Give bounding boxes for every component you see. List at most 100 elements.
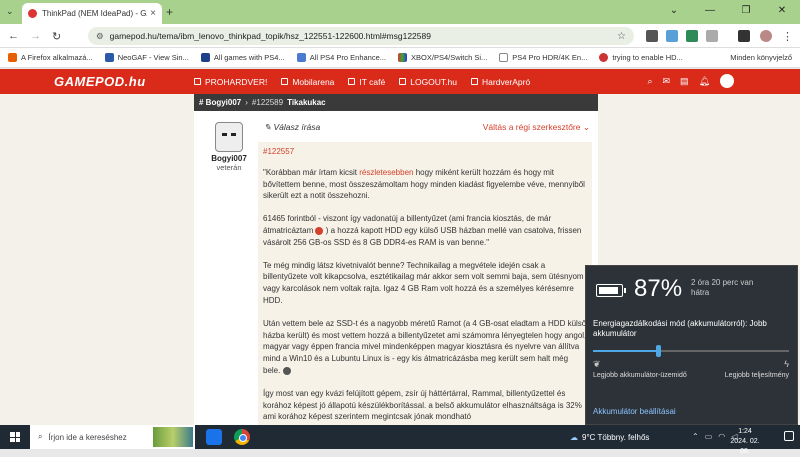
chevron-up-icon[interactable]: ⌃	[692, 432, 699, 441]
maximize-icon[interactable]: ❐	[728, 0, 764, 24]
taskbar: ⌕ Írjon ide a kereséshez ☁ 9°C Többny. f…	[0, 425, 800, 455]
site-favicon-icon	[28, 9, 37, 18]
extensions-puzzle-icon[interactable]	[706, 30, 718, 42]
tab-bar: ⌄ ThinkPad (NEM IdeaPad) - GAM × + ⌄ — ❐…	[0, 0, 800, 24]
profile-avatar[interactable]	[760, 30, 772, 42]
playstation-icon	[296, 53, 306, 62]
forward-icon[interactable]: →	[30, 30, 41, 42]
all-bookmarks[interactable]: Minden könyvjelző	[730, 53, 792, 62]
bookmark-item[interactable]: XBOX/PS4/Switch Si...	[398, 53, 487, 62]
extension-icon[interactable]	[646, 30, 658, 42]
paragraph: Így most van egy kvázi felújított gépem,…	[263, 388, 582, 422]
side-panel-icon[interactable]	[738, 30, 750, 42]
address-bar[interactable]: ⚙ gamepod.hu/tema/ibm_lenovo_thinkpad_to…	[88, 27, 634, 45]
breadcrumb-user[interactable]: # Bogyi007	[199, 98, 241, 107]
menu-item[interactable]: PROHARDVER!	[194, 77, 267, 87]
bookmark-item[interactable]: A Firefox alkalmazá...	[8, 53, 93, 62]
smiley-icon	[282, 366, 291, 375]
post-editor[interactable]: #122557 "Korábban már írtam kicsit részl…	[258, 142, 592, 425]
multicolor-icon	[398, 53, 408, 62]
site-info-icon[interactable]: ⚙	[96, 31, 104, 42]
message-icon[interactable]: ✉	[663, 76, 671, 87]
extension-icon[interactable]	[686, 30, 698, 42]
power-mode-slider[interactable]	[593, 345, 789, 357]
url-text[interactable]: gamepod.hu/tema/ibm_lenovo_thinkpad_topi…	[110, 31, 617, 41]
firefox-icon	[8, 53, 17, 62]
save-app-icon[interactable]	[206, 429, 222, 445]
playstation-icon	[200, 53, 210, 62]
paragraph: "Korábban már írtam kicsit részletesebbe…	[263, 167, 585, 201]
menu-item[interactable]: LOGOUT.hu	[399, 77, 457, 87]
site-logo[interactable]: GAMEPOD.hu	[54, 74, 194, 89]
notes-icon[interactable]: ▤	[680, 76, 689, 87]
chrome-icon[interactable]	[234, 429, 250, 445]
close-window-icon[interactable]: ✕	[764, 0, 800, 24]
menu-item[interactable]: HardverApró	[471, 77, 530, 87]
bookmark-item[interactable]: NeoGAF - View Sin...	[104, 53, 189, 62]
best-performance-label: Legjobb teljesítmény	[724, 372, 789, 379]
chevron-down-icon[interactable]: ⌄	[656, 0, 692, 24]
switch-editor-link[interactable]: Váltás a régi szerkesztőre ⌄	[483, 122, 590, 133]
details-link[interactable]: részletesebben	[359, 168, 413, 177]
breadcrumb-post[interactable]: #122589	[252, 98, 283, 107]
leaf-icon: ❦	[593, 359, 601, 369]
author-avatar[interactable]	[215, 122, 243, 152]
tab-search-icon[interactable]: ⌄	[6, 6, 14, 17]
menu-item[interactable]: IT café	[348, 77, 385, 87]
wifi-icon[interactable]: ◠	[718, 432, 725, 441]
page-icon	[499, 53, 509, 62]
slider-fill	[593, 350, 658, 352]
content-column: # Bogyi007 › #122589 Tikakukac Bogyi007 …	[194, 94, 598, 425]
bookmarks-bar: A Firefox alkalmazá... NeoGAF - View Sin…	[0, 48, 800, 68]
reply-button[interactable]: ✎ Válasz írása	[264, 122, 320, 133]
close-tab-icon[interactable]: ×	[150, 8, 156, 19]
back-icon[interactable]: ←	[8, 30, 19, 42]
windows-start-icon[interactable]	[10, 432, 20, 442]
site-header: GAMEPOD.hu PROHARDVER! Mobilarena IT caf…	[0, 69, 800, 94]
minimize-icon[interactable]: —	[692, 0, 728, 24]
search-icon: ⌕	[38, 432, 43, 441]
author-block: Bogyi007 veterán	[204, 122, 254, 172]
tab-title: ThinkPad (NEM IdeaPad) - GAM	[42, 9, 148, 18]
power-mode-label: Energiagazdálkodási mód (akkumulátorról)…	[593, 319, 767, 338]
weather-widget[interactable]: ☁ 9°C Többny. felhős	[570, 425, 649, 449]
battery-remaining: 2 óra 20 perc van hátra	[691, 278, 754, 297]
menu-icon	[399, 78, 407, 85]
lightning-icon: ϟ	[784, 359, 789, 369]
author-name[interactable]: Bogyi007	[204, 154, 254, 163]
breadcrumb: # Bogyi007 › #122589 Tikakukac	[194, 94, 598, 111]
paragraph: Után vettem bele az SSD-t és a nagyobb m…	[263, 318, 587, 375]
bookmark-star-icon[interactable]: ☆	[617, 31, 626, 42]
bookmark-item[interactable]: All games with PS4...	[200, 53, 285, 62]
battery-tray-icon[interactable]: ▭	[705, 432, 713, 441]
bookmark-item[interactable]: All PS4 Pro Enhance...	[296, 53, 386, 62]
author-rank: veterán	[216, 163, 242, 172]
extension-icon[interactable]	[666, 30, 678, 42]
clock[interactable]: 1:24 2024. 02. 08.	[730, 427, 760, 457]
user-avatar[interactable]	[720, 74, 734, 88]
menu-item[interactable]: Mobilarena	[281, 77, 334, 87]
new-tab-icon[interactable]: +	[166, 5, 173, 19]
slider-thumb[interactable]	[655, 345, 661, 357]
cloud-icon: ☁	[570, 432, 578, 442]
taskbar-search[interactable]: ⌕ Írjon ide a kereséshez	[30, 425, 195, 449]
paragraph: Te még mindig látsz kivetnivalót benne? …	[263, 260, 584, 305]
bookmark-item[interactable]: PS4 Pro HDR/4K En...	[499, 53, 587, 62]
battery-icon	[596, 284, 626, 297]
breadcrumb-title: Tikakukac	[287, 98, 326, 107]
search-icon[interactable]: ⌕	[647, 76, 652, 87]
battery-settings-link[interactable]: Akkumulátor beállításai	[593, 407, 676, 416]
bell-icon[interactable]: 🔔︎	[699, 76, 710, 87]
notification-icon[interactable]	[784, 431, 794, 441]
best-battery-label: Legjobb akkumulátor-üzemidő	[593, 372, 687, 379]
menu-dots-icon[interactable]: ⋮	[782, 30, 793, 43]
bookmark-item[interactable]: trying to enable HD...	[599, 53, 683, 62]
menu-icon	[281, 78, 289, 85]
quoted-post-link[interactable]: #122557	[263, 146, 587, 158]
menu-icon	[194, 78, 201, 85]
menu-icon	[348, 78, 356, 85]
tab-active[interactable]: ThinkPad (NEM IdeaPad) - GAM ×	[22, 3, 162, 24]
search-placeholder: Írjon ide a kereséshez	[48, 432, 127, 442]
search-highlight-image	[153, 427, 193, 447]
reload-icon[interactable]: ↻	[52, 30, 61, 43]
